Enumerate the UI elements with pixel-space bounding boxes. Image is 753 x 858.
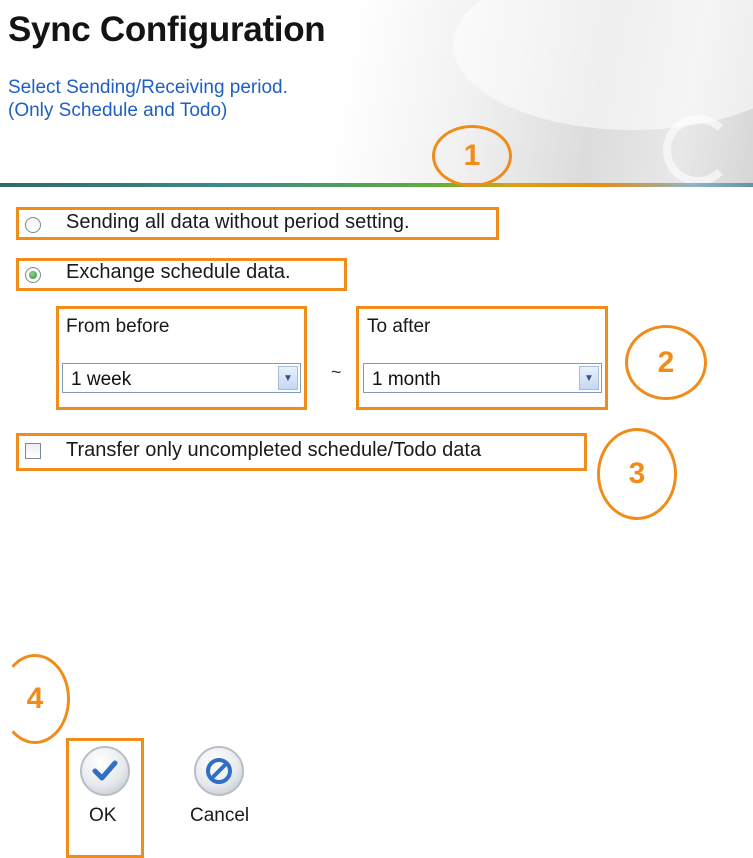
ok-button[interactable] bbox=[80, 746, 130, 796]
to-after-value: 1 month bbox=[372, 369, 441, 390]
from-before-label: From before bbox=[66, 316, 170, 337]
to-after-label: To after bbox=[367, 316, 431, 337]
exchange-radio[interactable] bbox=[25, 267, 41, 283]
from-before-value: 1 week bbox=[71, 369, 132, 390]
header-divider bbox=[0, 183, 753, 187]
to-after-select[interactable]: 1 month ▼ bbox=[363, 363, 602, 393]
subtitle-line-1: Select Sending/Receiving period. bbox=[8, 77, 288, 98]
uncompleted-label[interactable]: Transfer only uncompleted schedule/Todo … bbox=[66, 439, 481, 462]
from-before-select[interactable]: 1 week ▼ bbox=[62, 363, 301, 393]
header-decoration bbox=[453, 0, 753, 130]
exchange-label[interactable]: Exchange schedule data. bbox=[66, 261, 291, 284]
checkmark-icon bbox=[92, 760, 118, 781]
chevron-down-icon[interactable]: ▼ bbox=[579, 366, 599, 390]
send-all-radio[interactable] bbox=[25, 217, 41, 233]
send-all-label[interactable]: Sending all data without period setting. bbox=[66, 211, 410, 234]
ok-label[interactable]: OK bbox=[89, 805, 116, 827]
page-title: Sync Configuration bbox=[8, 10, 326, 49]
callout-2: 2 bbox=[625, 325, 707, 400]
callout-4: 4 bbox=[0, 654, 70, 744]
prohibited-icon bbox=[206, 758, 232, 784]
header-banner: Sync Configuration Select Sending/Receiv… bbox=[0, 0, 753, 186]
callout-1: 1 bbox=[432, 125, 512, 187]
period-separator: ~ bbox=[331, 362, 342, 382]
callout-3: 3 bbox=[597, 428, 677, 520]
radio-selected-dot bbox=[29, 271, 37, 279]
cancel-button[interactable] bbox=[194, 746, 244, 796]
subtitle-line-2: (Only Schedule and Todo) bbox=[8, 100, 228, 121]
cancel-label[interactable]: Cancel bbox=[190, 805, 249, 827]
sync-arrow-icon bbox=[663, 115, 733, 185]
uncompleted-checkbox[interactable] bbox=[25, 443, 41, 459]
chevron-down-icon[interactable]: ▼ bbox=[278, 366, 298, 390]
